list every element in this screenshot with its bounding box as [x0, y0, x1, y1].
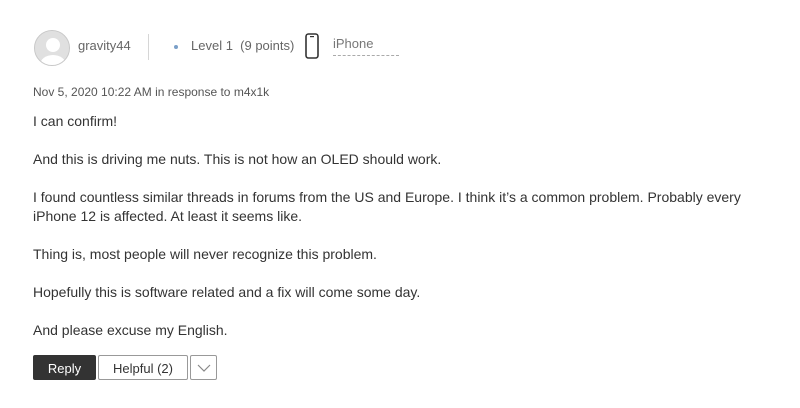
author-username[interactable]: gravity44 — [78, 38, 131, 53]
helpful-button[interactable]: Helpful (2) — [98, 355, 188, 380]
post-date: Nov 5, 2020 10:22 AM — [33, 85, 152, 99]
post-paragraph: Thing is, most people will never recogni… — [33, 246, 377, 262]
post-paragraph: I can confirm! — [33, 113, 118, 129]
header-divider — [148, 34, 149, 60]
post-paragraph: And this is driving me nuts. This is not… — [33, 151, 442, 167]
post-paragraph: And please excuse my English. — [33, 322, 228, 338]
device-underline — [333, 55, 399, 56]
phone-icon — [305, 33, 319, 59]
author-device: iPhone — [333, 36, 374, 51]
level-bullet — [174, 45, 178, 49]
chevron-down-icon — [197, 364, 211, 372]
more-options-button[interactable] — [190, 355, 217, 380]
reply-button[interactable]: Reply — [33, 355, 96, 380]
post-body: I can confirm! And this is driving me nu… — [33, 112, 773, 359]
user-avatar-icon[interactable] — [34, 30, 70, 66]
level-label: Level 1 — [191, 38, 233, 53]
in-response-to-link[interactable]: m4x1k — [234, 85, 269, 99]
level-points: (9 points) — [240, 38, 295, 53]
post-paragraph: I found countless similar threads in for… — [33, 189, 741, 224]
post-meta: Nov 5, 2020 10:22 AM in response to m4x1… — [33, 85, 269, 99]
in-response-prefix: in response to — [155, 85, 231, 99]
post-paragraph: Hopefully this is software related and a… — [33, 284, 421, 300]
community-post: gravity44 Level 1 (9 points) iPhone Nov … — [0, 0, 800, 408]
author-level: Level 1 (9 points) — [191, 38, 294, 53]
